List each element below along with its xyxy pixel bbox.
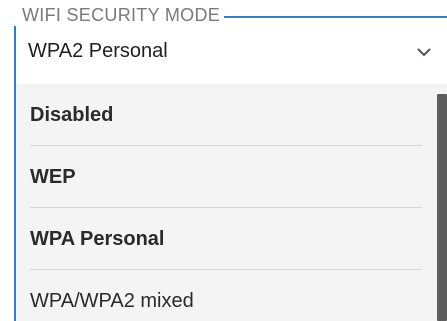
field-legend: WIFI SECURITY MODE [22, 4, 221, 25]
dropdown-menu: Disabled WEP WPA Personal WPA/WPA2 mixed [14, 84, 447, 321]
menu-item-wpa-wpa2-mixed[interactable]: WPA/WPA2 mixed [16, 270, 436, 321]
selected-value[interactable]: WPA2 Personal [28, 40, 168, 63]
menu-item-label: WPA Personal [30, 227, 165, 250]
menu-item-wep[interactable]: WEP [16, 146, 436, 208]
chevron-down-icon[interactable] [415, 45, 433, 57]
menu-item-label: WPA/WPA2 mixed [30, 289, 194, 312]
field-legend-container: WIFI SECURITY MODE [14, 4, 225, 26]
menu-item-disabled[interactable]: Disabled [16, 84, 436, 146]
menu-item-label: Disabled [30, 103, 114, 126]
wifi-security-mode-select: WIFI SECURITY MODE WPA2 Personal Disable… [0, 0, 447, 321]
menu-item-wpa-personal[interactable]: WPA Personal [16, 208, 436, 270]
menu-item-label: WEP [30, 165, 76, 188]
menu-scrollbar[interactable] [437, 94, 447, 321]
dropdown-menu-list: Disabled WEP WPA Personal WPA/WPA2 mixed [16, 84, 436, 321]
